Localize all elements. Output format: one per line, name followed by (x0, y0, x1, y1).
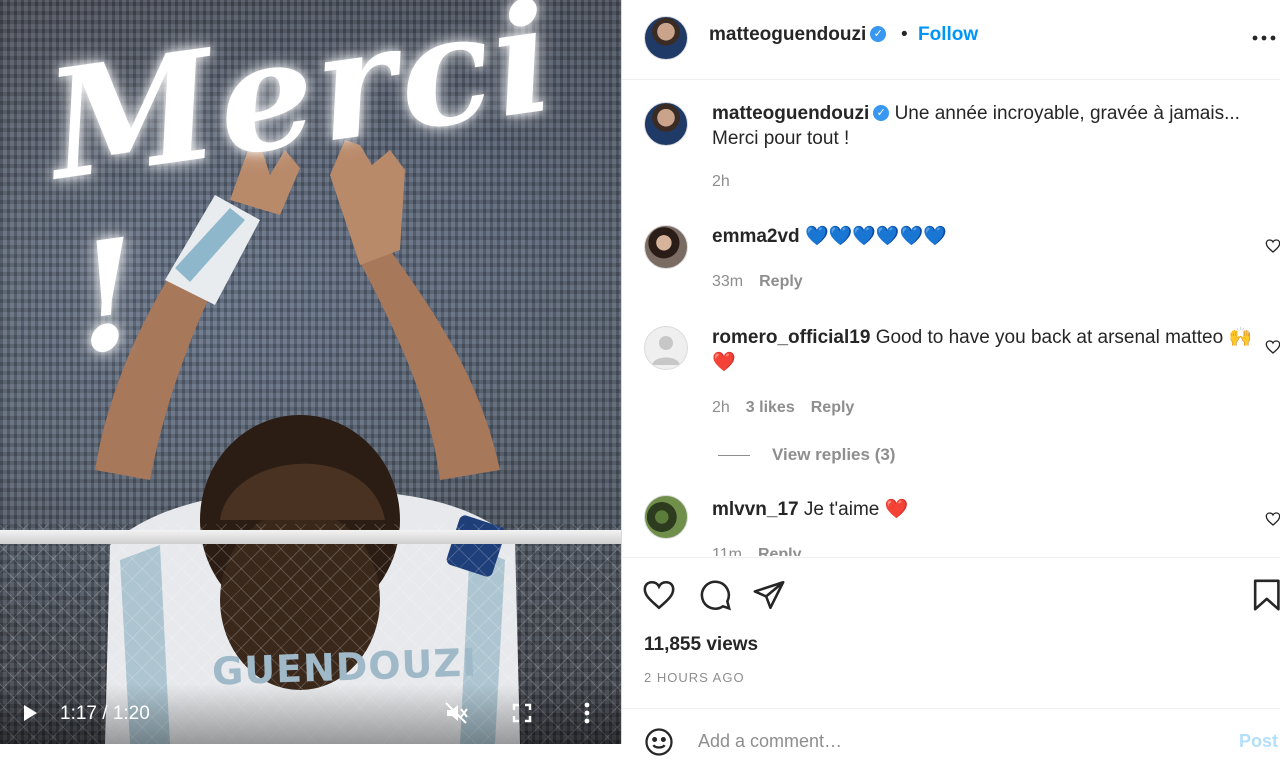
likes-count[interactable]: 3 likes (746, 399, 795, 416)
reply-button[interactable]: Reply (758, 546, 802, 556)
heart-icon[interactable] (642, 578, 676, 612)
verified-icon: ✓ (873, 104, 890, 121)
goal-crossbar (0, 530, 621, 544)
header-username[interactable]: matteoguendouzi (709, 24, 866, 45)
avatar[interactable] (644, 326, 688, 370)
comment-text-block: romero_official19 Good to have you back … (712, 325, 1262, 375)
comment-username[interactable]: mlvvn_17 (712, 499, 799, 520)
comment-time: 11m (712, 546, 742, 556)
heart-icon[interactable] (1265, 238, 1280, 254)
emoji-icon[interactable] (644, 727, 674, 757)
avatar[interactable] (644, 225, 688, 269)
view-replies-button[interactable]: View replies (3) (718, 445, 895, 465)
comment-text-block: emma2vd 💙💙💙💙💙💙 (712, 224, 1262, 249)
comment-text-block: mlvvn_17 Je t'aime ❤️ (712, 497, 1262, 522)
reply-button[interactable]: Reply (811, 399, 855, 416)
post-sidebar: matteoguendouzi ✓ • Follow matteoguendouz… (621, 0, 1280, 756)
post-time: 2 HOURS AGO (644, 670, 745, 685)
view-replies-label: View replies (3) (772, 445, 896, 464)
play-icon[interactable] (18, 698, 42, 728)
more-horizontal-icon[interactable] (1252, 28, 1276, 48)
heart-icon[interactable] (1265, 511, 1280, 527)
comment-text: Je t'aime ❤️ (803, 499, 909, 520)
comment-meta: 2h 3 likes Reply (712, 399, 870, 417)
replies-divider (718, 455, 750, 457)
post-actions: 11,855 views 2 HOURS AGO Post (622, 557, 1280, 756)
caption-meta: 2h (712, 173, 746, 191)
share-icon[interactable] (752, 578, 786, 612)
comment-time: 2h (712, 399, 730, 416)
post-media[interactable]: Merci ! GUENDOUZI 1:17 / 1:20 (0, 0, 621, 744)
caption-time: 2h (712, 173, 730, 190)
views-count[interactable]: 11,855 views (644, 634, 758, 656)
caption-username[interactable]: matteoguendouzi (712, 103, 869, 124)
post-header: matteoguendouzi ✓ • Follow (622, 0, 1280, 80)
verified-icon: ✓ (870, 25, 887, 42)
header-separator: • (901, 24, 908, 45)
reply-button[interactable]: Reply (759, 273, 803, 290)
mute-icon[interactable] (444, 698, 470, 728)
comment-icon[interactable] (698, 578, 732, 612)
comments-list[interactable]: matteoguendouzi ✓ Une année incroyable, g… (622, 80, 1280, 556)
more-vertical-icon[interactable] (578, 698, 596, 728)
comment-composer: Post (622, 708, 1280, 756)
avatar[interactable] (644, 16, 688, 60)
follow-button[interactable]: Follow (918, 24, 978, 46)
comment-input[interactable] (698, 727, 1198, 755)
video-time: 1:17 / 1:20 (60, 703, 150, 724)
avatar[interactable] (644, 102, 688, 146)
comment-meta: 33m Reply (712, 273, 819, 291)
heart-icon[interactable] (1265, 339, 1280, 355)
comment-username[interactable]: romero_official19 (712, 327, 870, 348)
comment-meta: 11m Reply (712, 546, 818, 556)
comment-text: 💙💙💙💙💙💙 (804, 226, 947, 247)
fullscreen-icon[interactable] (510, 698, 534, 728)
bookmark-icon[interactable] (1250, 578, 1280, 612)
comment-username[interactable]: emma2vd (712, 226, 800, 247)
post-button[interactable]: Post (1239, 731, 1278, 752)
caption-text-block: matteoguendouzi ✓ Une année incroyable, g… (712, 101, 1262, 151)
comment-time: 33m (712, 273, 744, 290)
avatar[interactable] (644, 495, 688, 539)
header-username-row: matteoguendouzi ✓ (709, 24, 887, 46)
